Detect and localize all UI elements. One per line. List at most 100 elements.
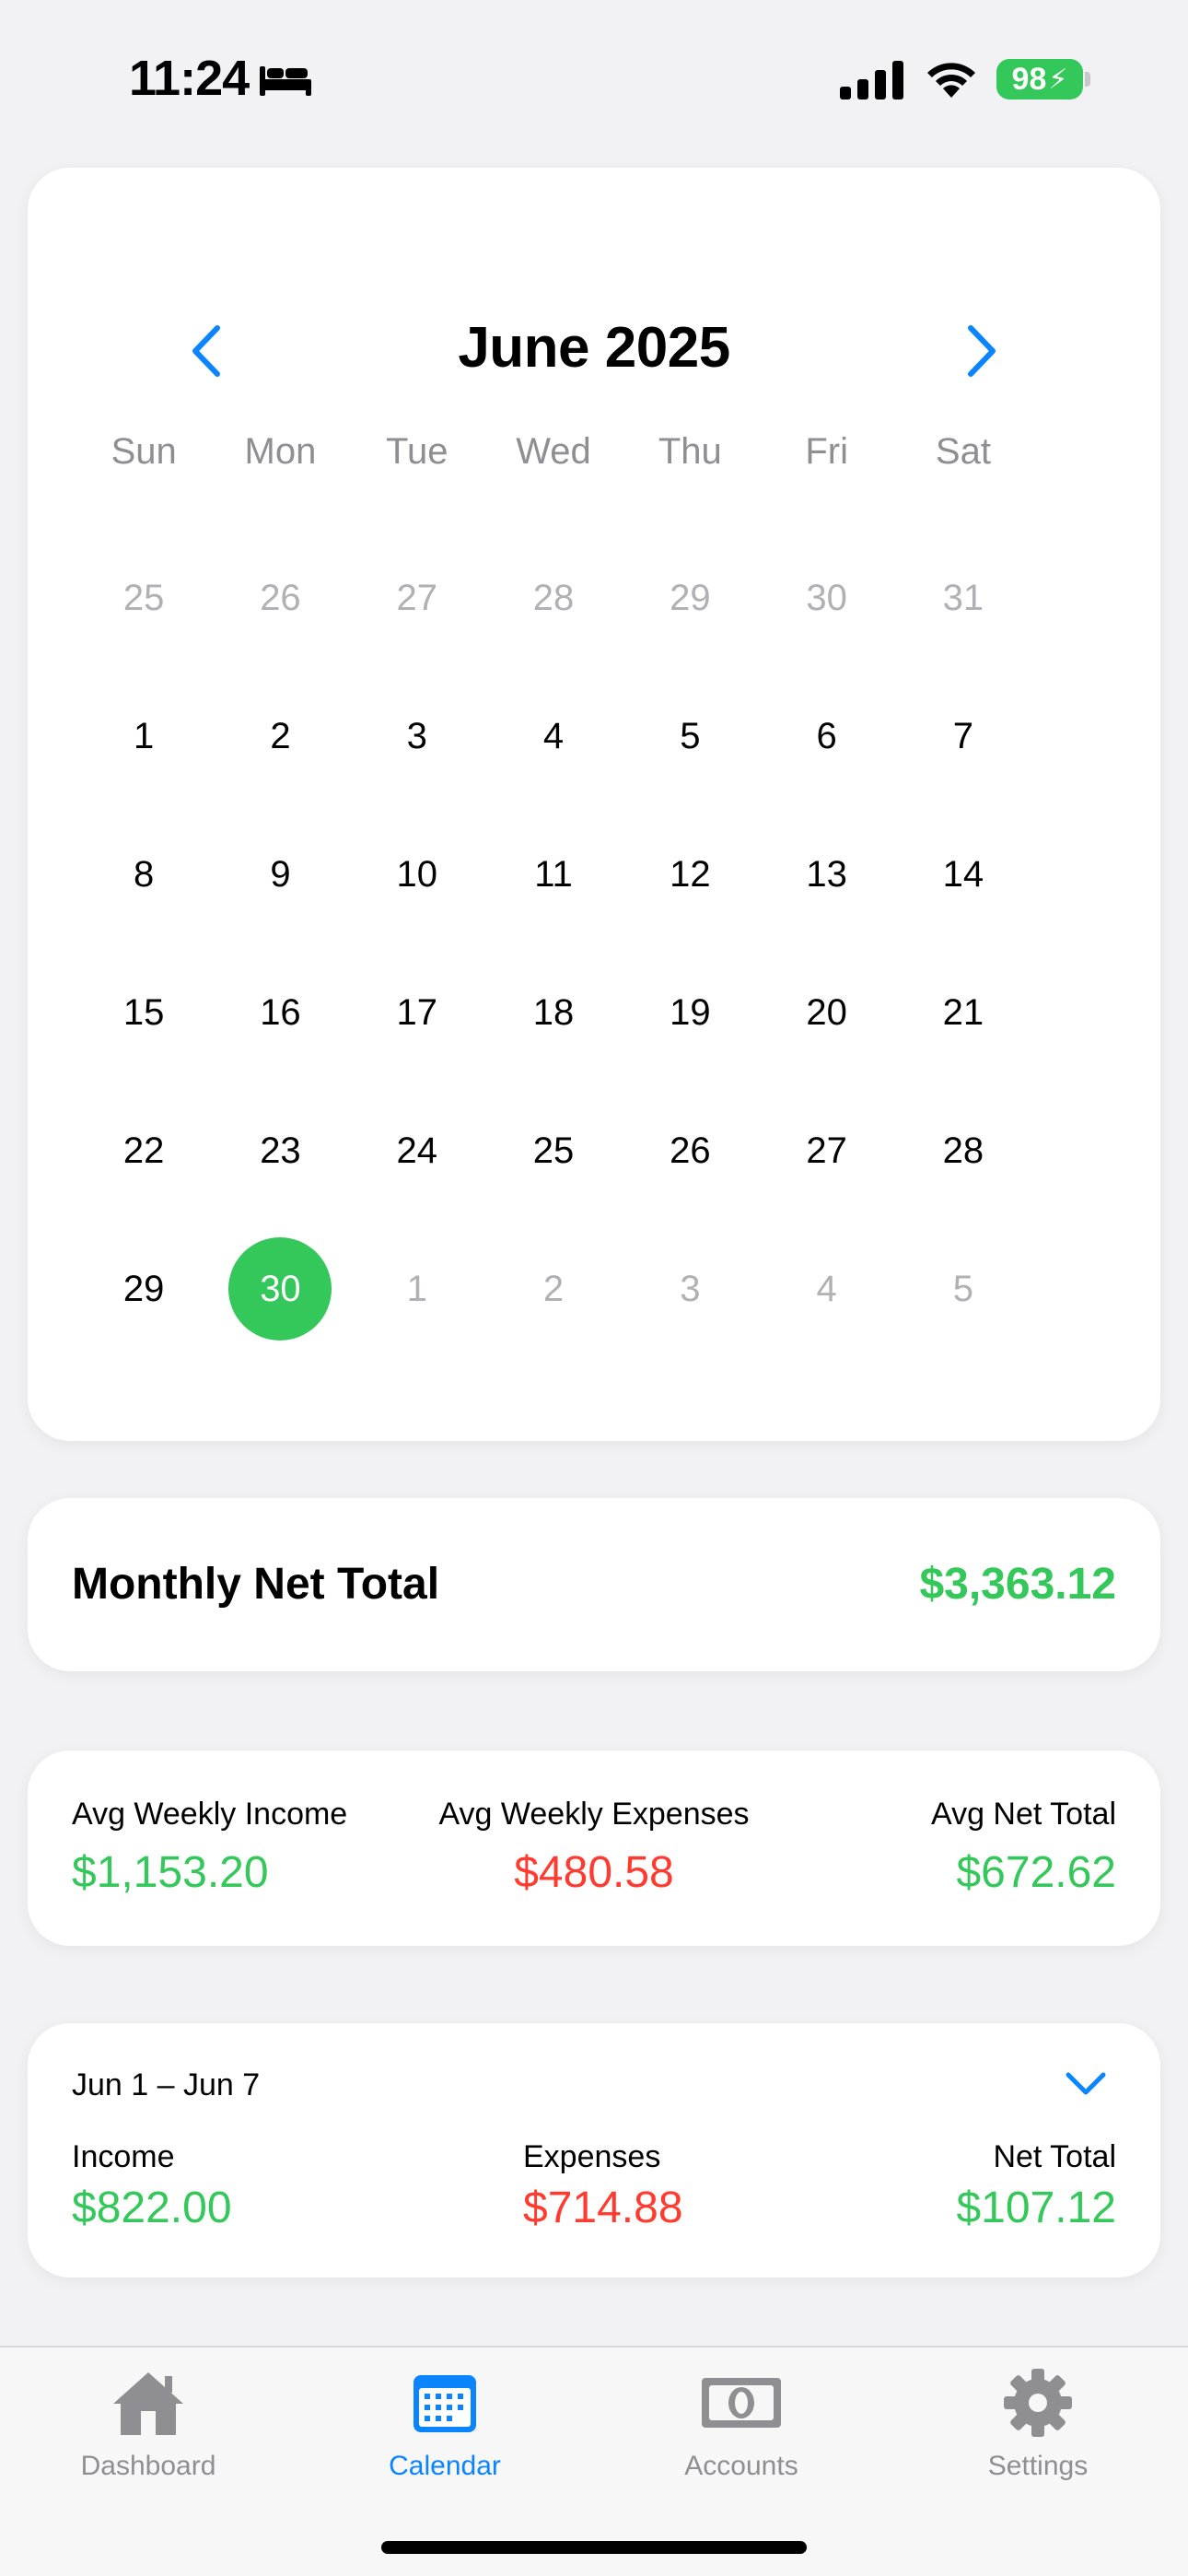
calendar-day[interactable]: 3 <box>622 1220 758 1358</box>
avg-net-total: Avg Net Total $672.62 <box>931 1797 1116 1898</box>
calendar-day[interactable]: 3 <box>349 667 485 805</box>
calendar-week-row: 25 26 27 28 29 30 31 <box>76 529 1170 667</box>
tab-dashboard[interactable]: Dashboard <box>0 2366 297 2504</box>
calendar-day[interactable]: 4 <box>485 667 622 805</box>
calendar-day-number: 31 <box>942 577 984 618</box>
calendar-day[interactable]: 17 <box>349 943 485 1082</box>
week-income-label: Income <box>72 2139 175 2174</box>
calendar-day[interactable]: 25 <box>76 529 212 667</box>
calendar-day-number: 16 <box>260 991 301 1033</box>
calendar-day-number: 1 <box>406 1268 427 1309</box>
calendar-day-number: 25 <box>122 577 165 618</box>
calendar-day[interactable]: 11 <box>485 805 622 943</box>
calendar-day-number: 28 <box>942 1130 984 1171</box>
calendar-day[interactable]: 13 <box>758 805 894 943</box>
monthly-net-total-label: Monthly Net Total <box>72 1560 440 1609</box>
battery-cap <box>1085 72 1090 87</box>
banknote-icon <box>702 2378 781 2428</box>
tab-settings[interactable]: Settings <box>890 2366 1186 2504</box>
calendar-day[interactable]: 28 <box>895 1082 1031 1220</box>
tab-calendar[interactable]: Calendar <box>297 2366 593 2504</box>
tab-accounts[interactable]: Accounts <box>593 2366 890 2504</box>
calendar-icon <box>413 2375 476 2432</box>
weekday-label: Sat <box>935 431 991 472</box>
calendar-day[interactable]: 2 <box>212 667 348 805</box>
calendar-day[interactable]: 27 <box>758 1082 894 1220</box>
calendar-day-number: 10 <box>396 853 437 895</box>
calendar-day-number: 24 <box>396 1130 437 1171</box>
calendar-day[interactable]: 5 <box>622 667 758 805</box>
calendar-day-selected[interactable]: 30 <box>212 1220 348 1358</box>
calendar-card: June 2025 Sun Mon Tue Wed Thu Fri Sat 25… <box>28 168 1160 1441</box>
calendar-day[interactable]: 21 <box>895 943 1031 1082</box>
calendar-day[interactable]: 7 <box>895 667 1031 805</box>
calendar-day-number: 18 <box>532 991 575 1033</box>
calendar-day[interactable]: 1 <box>349 1220 485 1358</box>
monthly-net-total-card: Monthly Net Total $3,363.12 <box>28 1498 1160 1671</box>
week-expenses-value: $714.88 <box>523 2184 683 2232</box>
calendar-day[interactable]: 22 <box>76 1082 212 1220</box>
weekday-label: Wed <box>516 431 591 472</box>
calendar-day[interactable]: 20 <box>758 943 894 1082</box>
calendar-day[interactable]: 9 <box>212 805 348 943</box>
calendar-day[interactable]: 31 <box>895 529 1031 667</box>
calendar-day[interactable]: 24 <box>349 1082 485 1220</box>
calendar-day[interactable]: 29 <box>622 529 758 667</box>
calendar-day[interactable]: 16 <box>212 943 348 1082</box>
calendar-day[interactable]: 23 <box>212 1082 348 1220</box>
chevron-right-icon <box>968 325 996 377</box>
calendar-day[interactable]: 28 <box>485 529 622 667</box>
calendar-day-number: 27 <box>396 577 437 618</box>
calendar-day[interactable]: 1 <box>76 667 212 805</box>
calendar-day-number: 7 <box>952 715 974 756</box>
calendar-day[interactable]: 6 <box>758 667 894 805</box>
calendar-day[interactable]: 2 <box>485 1220 622 1358</box>
battery-indicator: 98 ⚡ <box>996 59 1083 100</box>
chevron-down-icon[interactable] <box>1063 2066 1109 2102</box>
weekday-label: Tue <box>386 431 448 472</box>
gear-icon <box>1004 2369 1072 2437</box>
avg-net-total-value: $672.62 <box>956 1848 1116 1897</box>
calendar-day-number: 25 <box>532 1130 575 1171</box>
calendar-day[interactable]: 25 <box>485 1082 622 1220</box>
tab-accounts-label: Accounts <box>684 2451 798 2481</box>
cellular-signal-icon <box>840 61 903 100</box>
calendar-day[interactable]: 5 <box>895 1220 1031 1358</box>
calendar-day-number: 1 <box>134 715 155 756</box>
week-summary-card[interactable]: Jun 1 – Jun 7 Income $822.00 Expenses $7… <box>28 2023 1160 2277</box>
calendar-day[interactable]: 12 <box>622 805 758 943</box>
calendar-day-number: 22 <box>122 1130 165 1171</box>
calendar-day[interactable]: 26 <box>212 529 348 667</box>
calendar-day[interactable]: 26 <box>622 1082 758 1220</box>
weekday-label: Sun <box>111 431 177 472</box>
weekday-header-row: Sun Mon Tue Wed Thu Fri Sat <box>76 431 1170 477</box>
calendar-day-number: 2 <box>542 1268 565 1309</box>
calendar-day-number: 26 <box>670 1130 711 1171</box>
calendar-day[interactable]: 18 <box>485 943 622 1082</box>
calendar-day[interactable]: 8 <box>76 805 212 943</box>
calendar-day-number: 12 <box>670 853 711 895</box>
calendar-day[interactable]: 19 <box>622 943 758 1082</box>
calendar-week-row: 22 23 24 25 26 27 28 <box>76 1082 1170 1220</box>
calendar-day-number: 13 <box>806 853 847 895</box>
week-net-total-value: $107.12 <box>956 2184 1116 2232</box>
next-month-button[interactable] <box>954 319 1009 383</box>
calendar-week-row: 1 2 3 4 5 6 7 <box>76 667 1170 805</box>
calendar-day-number: 28 <box>532 577 575 618</box>
calendar-day[interactable]: 4 <box>758 1220 894 1358</box>
calendar-day[interactable]: 30 <box>758 529 894 667</box>
calendar-day-number: 29 <box>670 577 711 618</box>
status-time: 11:24 <box>129 51 250 106</box>
week-expenses: Expenses $714.88 <box>523 2139 683 2233</box>
calendar-day[interactable]: 10 <box>349 805 485 943</box>
calendar-day[interactable]: 15 <box>76 943 212 1082</box>
calendar-day[interactable]: 14 <box>895 805 1031 943</box>
calendar-day[interactable]: 29 <box>76 1220 212 1358</box>
week-income-value: $822.00 <box>72 2184 232 2232</box>
calendar-day-number: 3 <box>680 1268 701 1309</box>
calendar-day-number: 30 <box>806 577 847 618</box>
calendar-day[interactable]: 27 <box>349 529 485 667</box>
calendar-week-row: 8 9 10 11 12 13 14 <box>76 805 1170 943</box>
tab-dashboard-label: Dashboard <box>80 2451 216 2481</box>
calendar-day-number: 20 <box>806 991 847 1033</box>
